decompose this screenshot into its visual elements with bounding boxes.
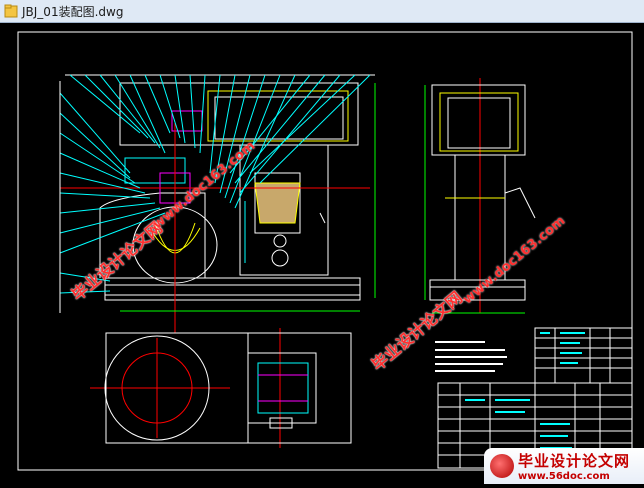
logo-globe-icon xyxy=(490,454,514,478)
title-bar: JBJ_01装配图.dwg xyxy=(0,0,644,23)
side-view xyxy=(429,84,536,301)
window-title: JBJ_01装配图.dwg xyxy=(22,4,124,19)
site-logo: 毕业设计论文网 www.56doc.com xyxy=(484,448,644,484)
technical-notes xyxy=(435,341,507,372)
drawing-canvas[interactable]: 毕业设计论文网 www.doc163.com 毕业设计论文网 www.doc16… xyxy=(0,23,644,484)
logo-text: 毕业设计论文网 xyxy=(518,452,631,470)
cad-drawing xyxy=(17,31,633,471)
dwg-file-icon xyxy=(4,4,18,18)
cad-viewer-window: JBJ_01装配图.dwg 毕业设计论文网 www.doc163.com 毕业设… xyxy=(0,0,644,484)
logo-url: www.56doc.com xyxy=(518,471,610,482)
